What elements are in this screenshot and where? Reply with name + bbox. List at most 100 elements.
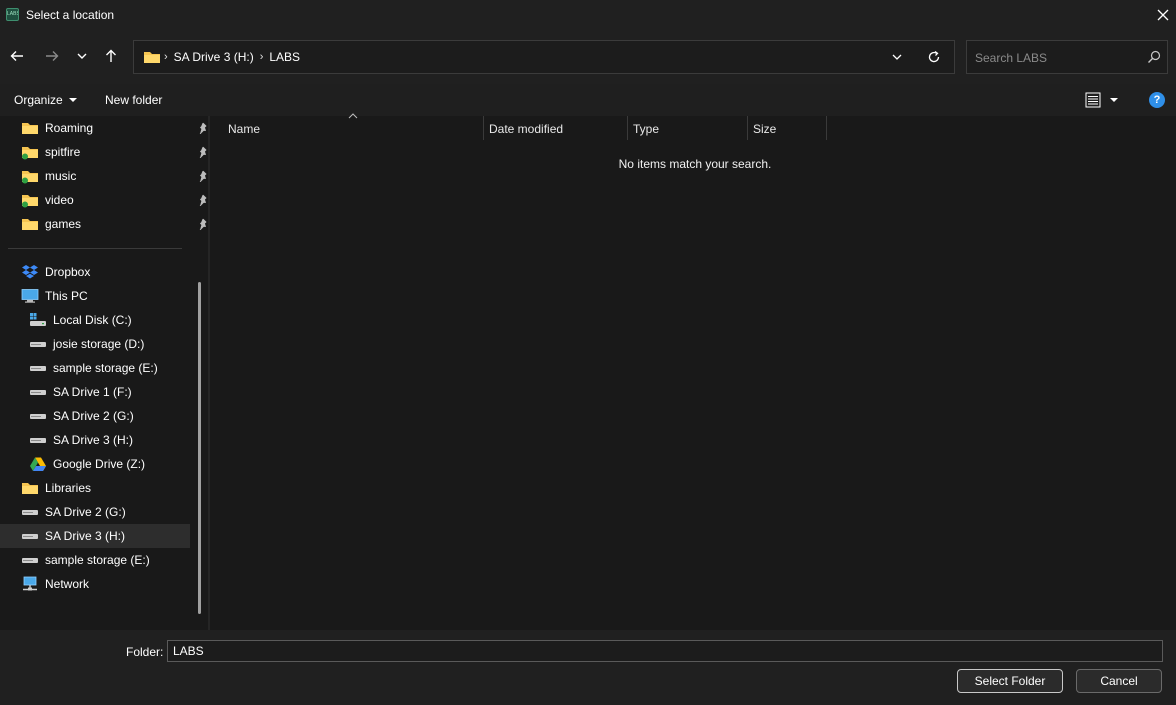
sidebar-item-label: Dropbox bbox=[45, 265, 91, 279]
sidebar-item-network[interactable]: Network bbox=[21, 572, 191, 596]
dropbox-icon bbox=[22, 265, 38, 279]
sidebar-item-local-disk-c[interactable]: Local Disk (C:) bbox=[29, 308, 191, 332]
app-icon: LABS bbox=[6, 8, 19, 21]
breadcrumb-separator-icon: › bbox=[164, 51, 168, 63]
sidebar-item-label: Google Drive (Z:) bbox=[53, 457, 146, 471]
google-drive-icon bbox=[30, 457, 46, 471]
column-header-label: Size bbox=[753, 122, 777, 136]
sidebar-item-this-pc[interactable]: This PC bbox=[21, 284, 191, 308]
organize-label: Organize bbox=[14, 93, 63, 107]
search-box[interactable]: Search LABS bbox=[966, 40, 1168, 74]
search-input[interactable]: Search LABS bbox=[975, 51, 1047, 65]
title-bar: LABS Select a location bbox=[0, 0, 1176, 30]
column-header-label: Name bbox=[228, 122, 261, 136]
sidebar-item-label: Roaming bbox=[45, 121, 94, 135]
new-folder-button[interactable]: New folder bbox=[105, 93, 162, 107]
command-bar: Organize New folder ? bbox=[0, 84, 1176, 116]
sidebar-item-label: sample storage (E:) bbox=[53, 361, 158, 375]
sidebar-item-label: SA Drive 3 (H:) bbox=[53, 433, 134, 447]
search-icon bbox=[1148, 50, 1161, 63]
close-button[interactable] bbox=[1152, 4, 1174, 26]
chevron-down-icon bbox=[77, 53, 87, 59]
drive-icon bbox=[30, 414, 46, 419]
navigation-pane: Roaming spitfire music video games Dropb… bbox=[0, 116, 208, 630]
sidebar-item-label: Local Disk (C:) bbox=[53, 313, 132, 327]
sidebar-item-sa-drive-1-f[interactable]: SA Drive 1 (F:) bbox=[29, 380, 191, 404]
sidebar-item-label: SA Drive 2 (G:) bbox=[45, 505, 126, 519]
sidebar-item-label: SA Drive 3 (H:) bbox=[45, 529, 126, 543]
caret-down-icon bbox=[68, 98, 77, 102]
sidebar-item-games[interactable]: games bbox=[21, 212, 207, 236]
sidebar-item-sample-storage-e-root[interactable]: sample storage (E:) bbox=[21, 548, 191, 572]
sidebar-item-sa-drive-3-h-root[interactable]: SA Drive 3 (H:) bbox=[0, 524, 190, 548]
forward-button[interactable] bbox=[42, 46, 62, 66]
drive-icon bbox=[22, 558, 38, 563]
sidebar-item-sa-drive-3-h[interactable]: SA Drive 3 (H:) bbox=[29, 428, 191, 452]
chevron-down-icon[interactable] bbox=[891, 51, 903, 63]
drive-icon bbox=[30, 390, 46, 395]
organize-button[interactable]: Organize bbox=[14, 93, 78, 107]
sidebar-item-roaming[interactable]: Roaming bbox=[21, 116, 207, 140]
windows-drive-icon bbox=[30, 313, 46, 326]
folder-icon bbox=[144, 52, 160, 63]
cancel-button[interactable]: Cancel bbox=[1076, 669, 1162, 693]
sidebar-item-label: This PC bbox=[45, 289, 88, 303]
help-icon[interactable]: ? bbox=[1149, 92, 1165, 108]
computer-icon bbox=[21, 289, 39, 303]
breadcrumb-item[interactable]: LABS bbox=[269, 50, 300, 64]
sidebar-scrollbar[interactable] bbox=[198, 282, 201, 614]
back-button[interactable] bbox=[7, 46, 27, 66]
drive-icon bbox=[30, 342, 46, 347]
sidebar-item-music[interactable]: music bbox=[21, 164, 207, 188]
folder-icon bbox=[22, 123, 38, 134]
sidebar-item-sa-drive-2-g-root[interactable]: SA Drive 2 (G:) bbox=[21, 500, 191, 524]
drive-icon bbox=[30, 366, 46, 371]
sidebar-item-label: josie storage (D:) bbox=[53, 337, 145, 351]
sidebar-item-sample-storage-e[interactable]: sample storage (E:) bbox=[29, 356, 191, 380]
sidebar-item-josie-storage-d[interactable]: josie storage (D:) bbox=[29, 332, 191, 356]
libraries-icon bbox=[22, 483, 38, 494]
folder-icon bbox=[22, 195, 38, 208]
column-header-date-modified[interactable]: Date modified bbox=[484, 116, 627, 142]
sort-ascending-icon bbox=[348, 113, 358, 119]
column-header-label: Date modified bbox=[489, 122, 564, 136]
sidebar-item-spitfire[interactable]: spitfire bbox=[21, 140, 207, 164]
dialog-footer: Folder: Select Folder Cancel bbox=[0, 630, 1176, 705]
folder-input[interactable] bbox=[167, 640, 1163, 662]
network-icon bbox=[23, 576, 37, 591]
arrow-up-icon bbox=[106, 49, 116, 62]
select-folder-button[interactable]: Select Folder bbox=[957, 669, 1063, 693]
breadcrumb-item[interactable]: SA Drive 3 (H:) bbox=[174, 50, 254, 64]
sidebar-item-label: spitfire bbox=[45, 145, 81, 159]
drive-icon bbox=[30, 438, 46, 443]
address-bar[interactable]: › SA Drive 3 (H:) › LABS bbox=[133, 40, 955, 74]
sidebar-item-google-drive-z[interactable]: Google Drive (Z:) bbox=[29, 452, 191, 476]
sidebar-item-libraries[interactable]: Libraries bbox=[21, 476, 191, 500]
drive-icon bbox=[22, 510, 38, 515]
navigation-bar: › SA Drive 3 (H:) › LABS Search LABS bbox=[0, 30, 1176, 84]
folder-icon bbox=[22, 171, 38, 184]
column-header-name[interactable]: Name bbox=[210, 113, 483, 142]
column-header-type[interactable]: Type bbox=[628, 116, 747, 142]
refresh-icon[interactable] bbox=[927, 50, 941, 64]
recent-locations-button[interactable] bbox=[72, 46, 92, 66]
column-resize-handle[interactable] bbox=[826, 116, 827, 140]
sidebar-item-label: SA Drive 2 (G:) bbox=[53, 409, 134, 423]
sidebar-item-video[interactable]: video bbox=[21, 188, 207, 212]
sidebar-item-sa-drive-2-g[interactable]: SA Drive 2 (G:) bbox=[29, 404, 191, 428]
arrow-left-icon bbox=[10, 51, 23, 61]
sidebar-item-label: Network bbox=[45, 577, 90, 591]
details-view-icon bbox=[1085, 92, 1101, 108]
view-options-button[interactable] bbox=[1085, 92, 1119, 108]
arrow-right-icon bbox=[46, 51, 59, 61]
column-header-label: Type bbox=[633, 122, 660, 136]
sidebar-item-label: Libraries bbox=[45, 481, 92, 495]
drive-icon bbox=[22, 534, 38, 539]
sidebar-item-label: video bbox=[45, 193, 74, 207]
sidebar-divider bbox=[8, 248, 182, 249]
up-button[interactable] bbox=[101, 46, 121, 66]
sidebar-item-dropbox[interactable]: Dropbox bbox=[21, 260, 191, 284]
column-header-size[interactable]: Size bbox=[748, 116, 826, 142]
file-list[interactable]: Name Date modified Type Size No items ma… bbox=[210, 113, 1176, 630]
breadcrumb-separator-icon: › bbox=[259, 51, 264, 63]
